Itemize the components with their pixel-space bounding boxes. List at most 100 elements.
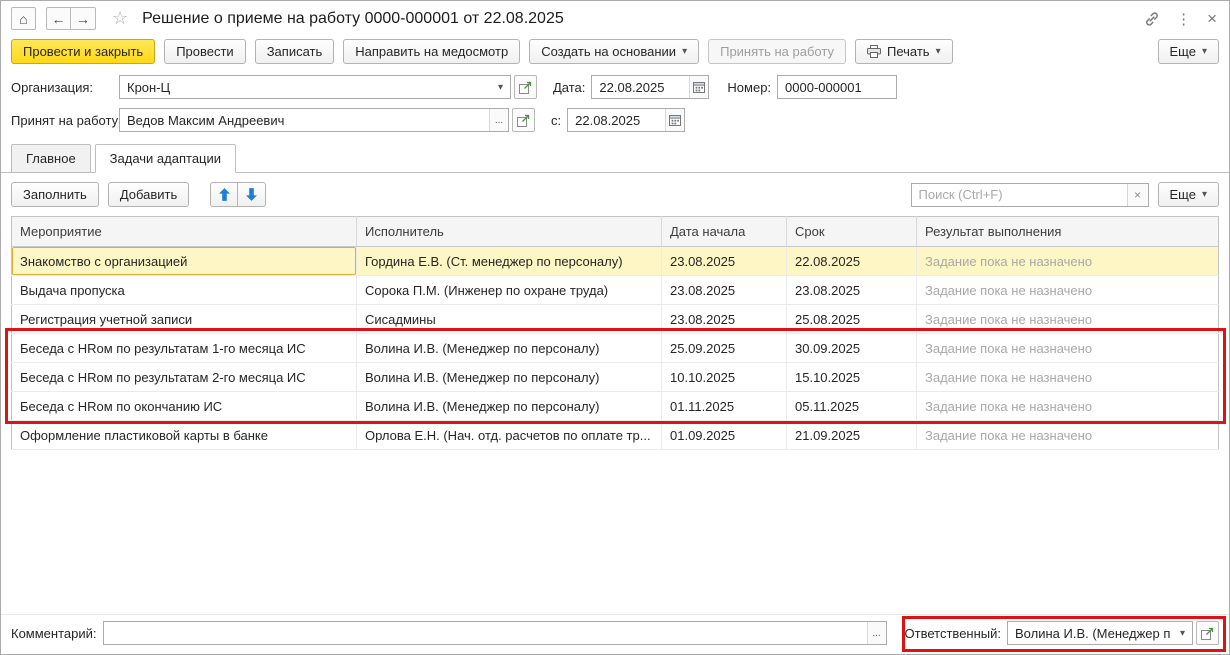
organization-open-button[interactable] (514, 75, 537, 99)
cell-start-date[interactable]: 23.08.2025 (661, 304, 787, 334)
cell-executor[interactable]: Сисадмины (356, 304, 662, 334)
cell-activity[interactable]: Беседа с HRом по окончанию ИС (11, 391, 357, 421)
cell-start-date[interactable]: 10.10.2025 (661, 362, 787, 392)
add-button[interactable]: Добавить (107, 182, 190, 207)
from-date-field[interactable]: 22.08.2025 (567, 108, 686, 132)
close-icon[interactable]: × (1207, 9, 1217, 29)
create-based-on-button[interactable]: Создать на основании ▾ (529, 39, 700, 64)
cell-executor[interactable]: Волина И.В. (Менеджер по персоналу) (356, 333, 662, 363)
comment-input[interactable] (103, 622, 867, 644)
cell-due-date[interactable]: 05.11.2025 (786, 391, 917, 421)
send-medical-label: Направить на медосмотр (355, 44, 509, 59)
send-medical-button[interactable]: Направить на медосмотр (343, 39, 521, 64)
cell-executor[interactable]: Сорока П.М. (Инженер по охране труда) (356, 275, 662, 305)
cell-due-date[interactable]: 21.09.2025 (786, 420, 917, 450)
cell-executor[interactable]: Гордина Е.В. (Ст. менеджер по персоналу) (356, 246, 662, 276)
cell-activity[interactable]: Беседа с HRом по результатам 2-го месяца… (11, 362, 357, 392)
cell-due-date[interactable]: 22.08.2025 (786, 246, 917, 276)
column-header-activity[interactable]: Мероприятие (11, 216, 357, 247)
search-input[interactable] (911, 183, 1127, 206)
hired-field[interactable]: Ведов Максим Андреевич ... (119, 108, 509, 132)
cell-result[interactable]: Задание пока не назначено (916, 362, 1219, 392)
column-header-due-date[interactable]: Срок (786, 216, 917, 247)
date-calendar-button[interactable] (689, 76, 709, 98)
cell-result[interactable]: Задание пока не назначено (916, 304, 1219, 334)
cell-result[interactable]: Задание пока не назначено (916, 420, 1219, 450)
number-label: Номер: (727, 79, 772, 95)
move-up-button[interactable] (210, 182, 239, 207)
hire-button[interactable]: Принять на работу (708, 39, 846, 64)
hired-open-button[interactable] (512, 108, 535, 132)
cell-executor[interactable]: Орлова Е.Н. (Нач. отд. расчетов по оплат… (356, 420, 662, 450)
chevron-down-icon: ▾ (1201, 189, 1207, 200)
responsible-open-button[interactable] (1196, 621, 1219, 645)
kebab-menu-icon[interactable]: ⋮ (1176, 10, 1191, 28)
cell-due-date[interactable]: 25.08.2025 (786, 304, 917, 334)
column-header-executor[interactable]: Исполнитель (356, 216, 662, 247)
table-row[interactable]: Выдача пропуска Сорока П.М. (Инженер по … (11, 275, 1219, 305)
table-more-button[interactable]: Еще ▾ (1157, 182, 1219, 207)
open-link-icon (517, 114, 530, 127)
cell-activity[interactable]: Знакомство с организацией (11, 246, 357, 276)
cell-executor[interactable]: Волина И.В. (Менеджер по персоналу) (356, 391, 662, 421)
search-clear-button[interactable]: × (1126, 183, 1148, 206)
cell-start-date[interactable]: 01.11.2025 (661, 391, 787, 421)
table-row[interactable]: Беседа с HRом по окончанию ИС Волина И.В… (11, 391, 1219, 421)
organization-dropdown-button[interactable]: ▾ (491, 76, 510, 98)
cell-result[interactable]: Задание пока не назначено (916, 391, 1219, 421)
cell-start-date[interactable]: 01.09.2025 (661, 420, 787, 450)
back-icon: ← (51, 10, 66, 27)
date-label: Дата: (553, 79, 586, 95)
open-link-icon (519, 81, 532, 94)
home-button[interactable]: ⌂ (11, 7, 36, 30)
cell-activity[interactable]: Беседа с HRом по результатам 1-го месяца… (11, 333, 357, 363)
cell-activity[interactable]: Регистрация учетной записи (11, 304, 357, 334)
from-date-calendar-button[interactable] (665, 109, 685, 131)
move-down-button[interactable] (238, 182, 267, 207)
comment-choose-button[interactable]: ... (866, 622, 886, 644)
cell-due-date[interactable]: 30.09.2025 (786, 333, 917, 363)
form-row-hired: Принят на работу: Ведов Максим Андреевич… (11, 108, 1219, 132)
print-button[interactable]: Печать ▾ (854, 39, 953, 64)
cell-start-date[interactable]: 23.08.2025 (661, 275, 787, 305)
cell-activity[interactable]: Выдача пропуска (11, 275, 357, 305)
nav-buttons: ← → (46, 7, 96, 30)
cell-result[interactable]: Задание пока не назначено (916, 275, 1219, 305)
table-row[interactable]: Беседа с HRом по результатам 1-го месяца… (11, 333, 1219, 363)
post-button[interactable]: Провести (164, 39, 246, 64)
fill-button[interactable]: Заполнить (11, 182, 99, 207)
cell-executor[interactable]: Волина И.В. (Менеджер по персоналу) (356, 362, 662, 392)
forward-button[interactable]: → (71, 7, 96, 30)
date-field[interactable]: 22.08.2025 (591, 75, 710, 99)
number-input[interactable] (777, 75, 898, 99)
cell-due-date[interactable]: 23.08.2025 (786, 275, 917, 305)
favorite-star-icon[interactable]: ☆ (112, 8, 128, 29)
cell-start-date[interactable]: 23.08.2025 (661, 246, 787, 276)
more-button[interactable]: Еще ▾ (1157, 39, 1219, 64)
write-button[interactable]: Записать (254, 39, 335, 64)
column-header-result[interactable]: Результат выполнения (916, 216, 1219, 247)
tab-main[interactable]: Главное (11, 144, 91, 173)
back-button[interactable]: ← (46, 7, 71, 30)
cell-start-date[interactable]: 25.09.2025 (661, 333, 787, 363)
cell-result[interactable]: Задание пока не назначено (916, 246, 1219, 276)
footer-bar: Комментарий: ... Ответственный: Волина И… (1, 614, 1229, 654)
comment-field[interactable]: ... (102, 621, 887, 645)
table-row[interactable]: Оформление пластиковой карты в банке Орл… (11, 420, 1219, 450)
tab-adaptation-tasks[interactable]: Задачи адаптации (94, 144, 237, 173)
link-icon[interactable] (1144, 11, 1160, 27)
from-date-value: 22.08.2025 (575, 112, 641, 128)
organization-combo[interactable]: Крон-Ц ▾ (119, 75, 511, 99)
hired-choose-button[interactable]: ... (489, 109, 508, 131)
responsible-dropdown-button[interactable]: ▾ (1173, 622, 1192, 644)
table-row[interactable]: Регистрация учетной записи Сисадмины 23.… (11, 304, 1219, 334)
responsible-combo[interactable]: Волина И.В. (Менеджер п ▾ (1007, 621, 1193, 645)
table-row[interactable]: Беседа с HRом по результатам 2-го месяца… (11, 362, 1219, 392)
cell-activity[interactable]: Оформление пластиковой карты в банке (11, 420, 357, 450)
column-header-start-date[interactable]: Дата начала (661, 216, 787, 247)
cell-result[interactable]: Задание пока не назначено (916, 333, 1219, 363)
fill-label: Заполнить (23, 187, 87, 202)
table-row[interactable]: Знакомство с организацией Гордина Е.В. (… (11, 246, 1219, 276)
cell-due-date[interactable]: 15.10.2025 (786, 362, 917, 392)
post-and-close-button[interactable]: Провести и закрыть (11, 39, 156, 64)
